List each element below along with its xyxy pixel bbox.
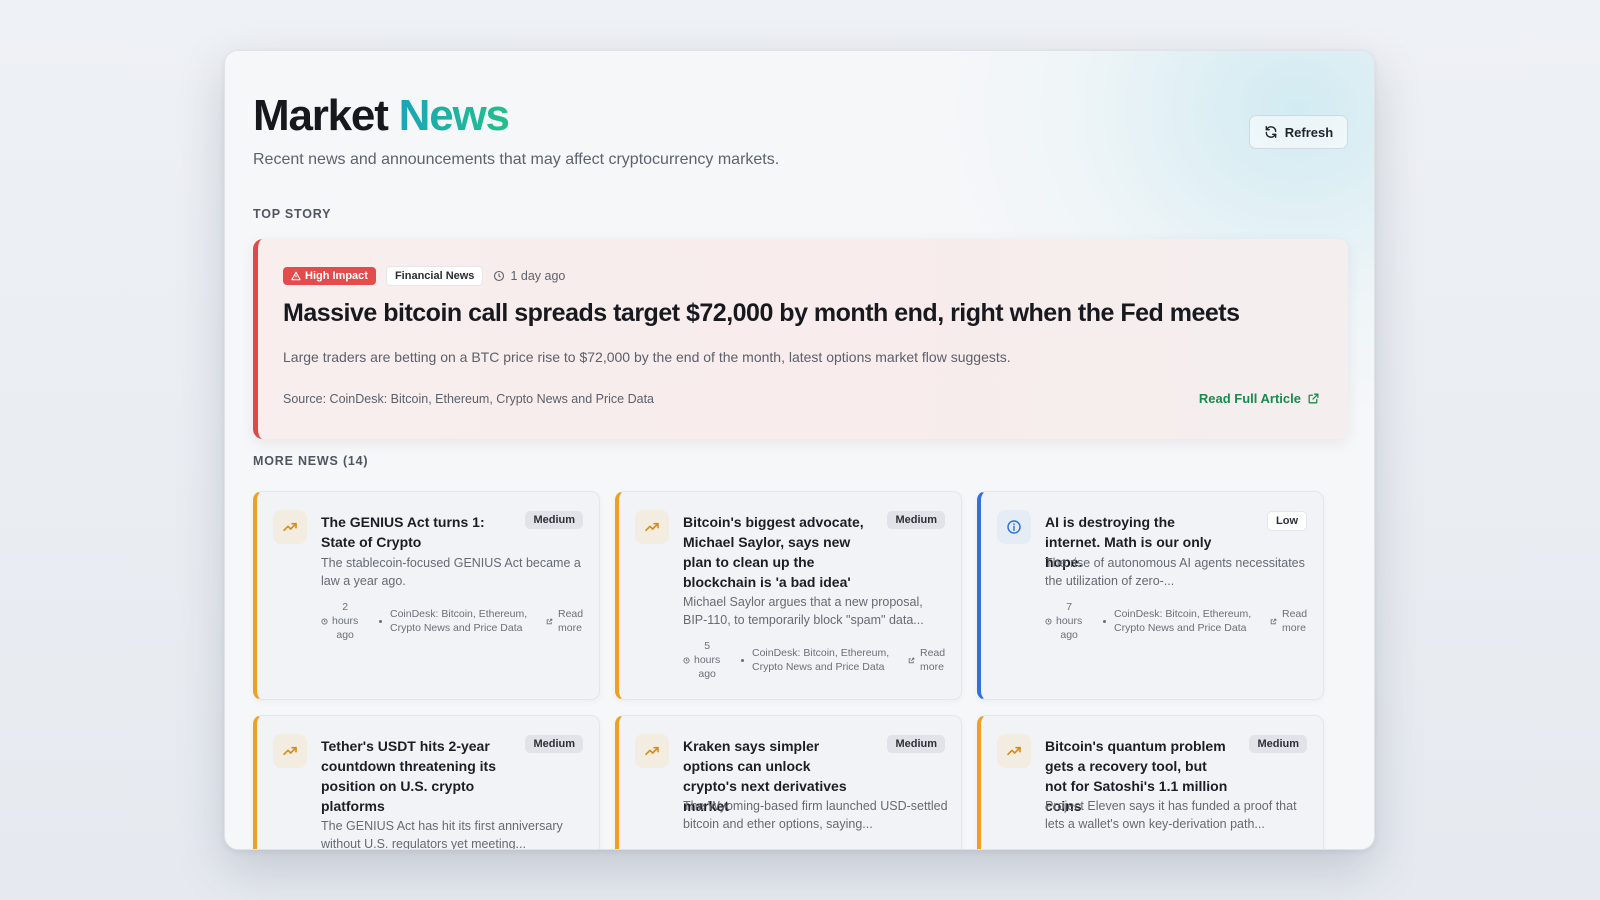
separator-dot bbox=[1103, 619, 1106, 623]
news-window: Market News Recent news and announcement… bbox=[224, 50, 1375, 850]
read-full-article-label: Read Full Article bbox=[1198, 391, 1301, 406]
news-card-title[interactable]: The GENIUS Act turns 1: State of Crypto bbox=[321, 512, 506, 552]
news-card-description: Michael Saylor argues that a new proposa… bbox=[683, 595, 924, 627]
news-card-description: The rise of autonomous AI agents necessi… bbox=[1045, 556, 1305, 588]
news-card[interactable]: Bitcoin's biggest advocate, Michael Sayl… bbox=[615, 491, 962, 700]
news-card[interactable]: Bitcoin's quantum problem gets a recover… bbox=[977, 715, 1324, 849]
time-unit: hours bbox=[694, 654, 721, 666]
time-ago: ago bbox=[1060, 629, 1078, 641]
impact-badge: Medium bbox=[525, 735, 583, 753]
external-link-icon bbox=[546, 618, 553, 624]
clock-icon bbox=[321, 617, 328, 625]
news-card-description: The GENIUS Act has hit its first anniver… bbox=[321, 819, 563, 850]
read-more-link[interactable]: Read more bbox=[1270, 607, 1307, 635]
trending-up-icon bbox=[635, 734, 669, 768]
external-link-icon bbox=[1270, 618, 1277, 624]
read-more-label-1: Read bbox=[920, 647, 946, 659]
trending-up-icon bbox=[997, 734, 1031, 768]
top-story-headline[interactable]: Massive bitcoin call spreads target $72,… bbox=[283, 299, 1240, 328]
top-story-time-label: 1 day ago bbox=[510, 269, 566, 283]
separator-dot bbox=[379, 619, 382, 623]
refresh-icon bbox=[1265, 126, 1277, 138]
top-story-source: Source: CoinDesk: Bitcoin, Ethereum, Cry… bbox=[283, 392, 654, 406]
news-card-time: 7 hours ago bbox=[1045, 600, 1095, 642]
time-number: 7 bbox=[1066, 601, 1073, 613]
read-more-link[interactable]: Read more bbox=[546, 607, 583, 635]
clock-icon bbox=[494, 270, 505, 282]
external-link-icon bbox=[908, 657, 915, 663]
news-card-footer: 7 hours ago CoinDesk: Bitcoin, Ethereum, C… bbox=[1045, 600, 1315, 642]
time-ago: ago bbox=[698, 668, 716, 680]
news-card[interactable]: Kraken says simpler options can unlock c… bbox=[615, 715, 962, 849]
read-more-link[interactable]: Read more bbox=[908, 646, 945, 674]
top-story-label: TOP STORY bbox=[253, 207, 332, 221]
read-more-label-2: more bbox=[558, 622, 582, 634]
impact-badge: Medium bbox=[525, 511, 583, 529]
top-story-description: Large traders are betting on a BTC price… bbox=[283, 349, 1011, 365]
trending-up-icon bbox=[273, 510, 307, 544]
news-card-footer: 2 hours ago CoinDesk: Bitcoin, Ethereum, C… bbox=[321, 600, 591, 642]
time-ago: ago bbox=[336, 629, 354, 641]
news-card-description: The Wyoming-based firm launched USD-sett… bbox=[683, 799, 948, 831]
refresh-button[interactable]: Refresh bbox=[1249, 115, 1348, 149]
read-more-label-2: more bbox=[920, 661, 944, 673]
high-impact-badge: High Impact bbox=[283, 267, 376, 285]
time-unit: hours bbox=[1056, 615, 1083, 627]
news-card-source: CoinDesk: Bitcoin, Ethereum, Crypto News… bbox=[390, 608, 528, 634]
news-card[interactable]: AI is destroying the internet. Math is o… bbox=[977, 491, 1324, 700]
more-news-label: MORE NEWS (14) bbox=[253, 454, 369, 468]
clock-icon bbox=[683, 656, 690, 664]
impact-badge: Medium bbox=[1249, 735, 1307, 753]
info-icon bbox=[997, 510, 1031, 544]
read-full-article-link[interactable]: Read Full Article bbox=[1199, 391, 1320, 406]
page-subtitle: Recent news and announcements that may a… bbox=[253, 151, 780, 168]
news-card-description: Project Eleven says it has funded a proo… bbox=[1045, 799, 1297, 831]
warning-icon bbox=[291, 271, 301, 281]
news-grid: The GENIUS Act turns 1: State of Crypto … bbox=[253, 491, 1348, 850]
trending-up-icon bbox=[273, 734, 307, 768]
top-story-card[interactable]: High Impact Financial News 1 day ago Mas… bbox=[253, 239, 1348, 439]
news-card-title[interactable]: Bitcoin's biggest advocate, Michael Sayl… bbox=[683, 512, 868, 592]
news-card[interactable]: The GENIUS Act turns 1: State of Crypto … bbox=[253, 491, 600, 700]
trending-up-icon bbox=[635, 510, 669, 544]
top-story-time: 1 day ago bbox=[493, 269, 565, 283]
impact-badge: Medium bbox=[887, 511, 945, 529]
news-card-footer: 5 hours ago CoinDesk: Bitcoin, Ethereum, C… bbox=[683, 639, 953, 681]
news-card-source: CoinDesk: Bitcoin, Ethereum, Crypto News… bbox=[1114, 608, 1252, 634]
page-title-accent: News bbox=[398, 91, 510, 140]
news-card-source: CoinDesk: Bitcoin, Ethereum, Crypto News… bbox=[752, 647, 890, 673]
clock-icon bbox=[1045, 617, 1052, 625]
category-badge: Financial News bbox=[385, 266, 484, 286]
top-story-meta: High Impact Financial News 1 day ago bbox=[283, 266, 565, 286]
news-card-time: 5 hours ago bbox=[683, 639, 733, 681]
separator-dot bbox=[741, 658, 744, 662]
read-more-label-1: Read bbox=[558, 608, 584, 620]
impact-badge: Low bbox=[1267, 511, 1307, 531]
time-unit: hours bbox=[332, 615, 359, 627]
external-link-icon bbox=[1308, 393, 1319, 404]
news-card[interactable]: Tether's USDT hits 2-year countdown thre… bbox=[253, 715, 600, 850]
read-more-label-2: more bbox=[1282, 622, 1306, 634]
time-number: 2 bbox=[342, 601, 349, 613]
news-card-time: 2 hours ago bbox=[321, 600, 371, 642]
time-number: 5 bbox=[704, 640, 711, 652]
news-card-title[interactable]: Tether's USDT hits 2-year countdown thre… bbox=[321, 736, 506, 816]
refresh-label: Refresh bbox=[1284, 124, 1334, 140]
high-impact-label: High Impact bbox=[305, 270, 368, 282]
page-title: Market News bbox=[253, 91, 510, 141]
read-more-label-1: Read bbox=[1282, 608, 1308, 620]
news-card-description: The stablecoin-focused GENIUS Act became… bbox=[321, 556, 581, 588]
impact-badge: Medium bbox=[887, 735, 945, 753]
page-title-main: Market bbox=[253, 91, 389, 140]
